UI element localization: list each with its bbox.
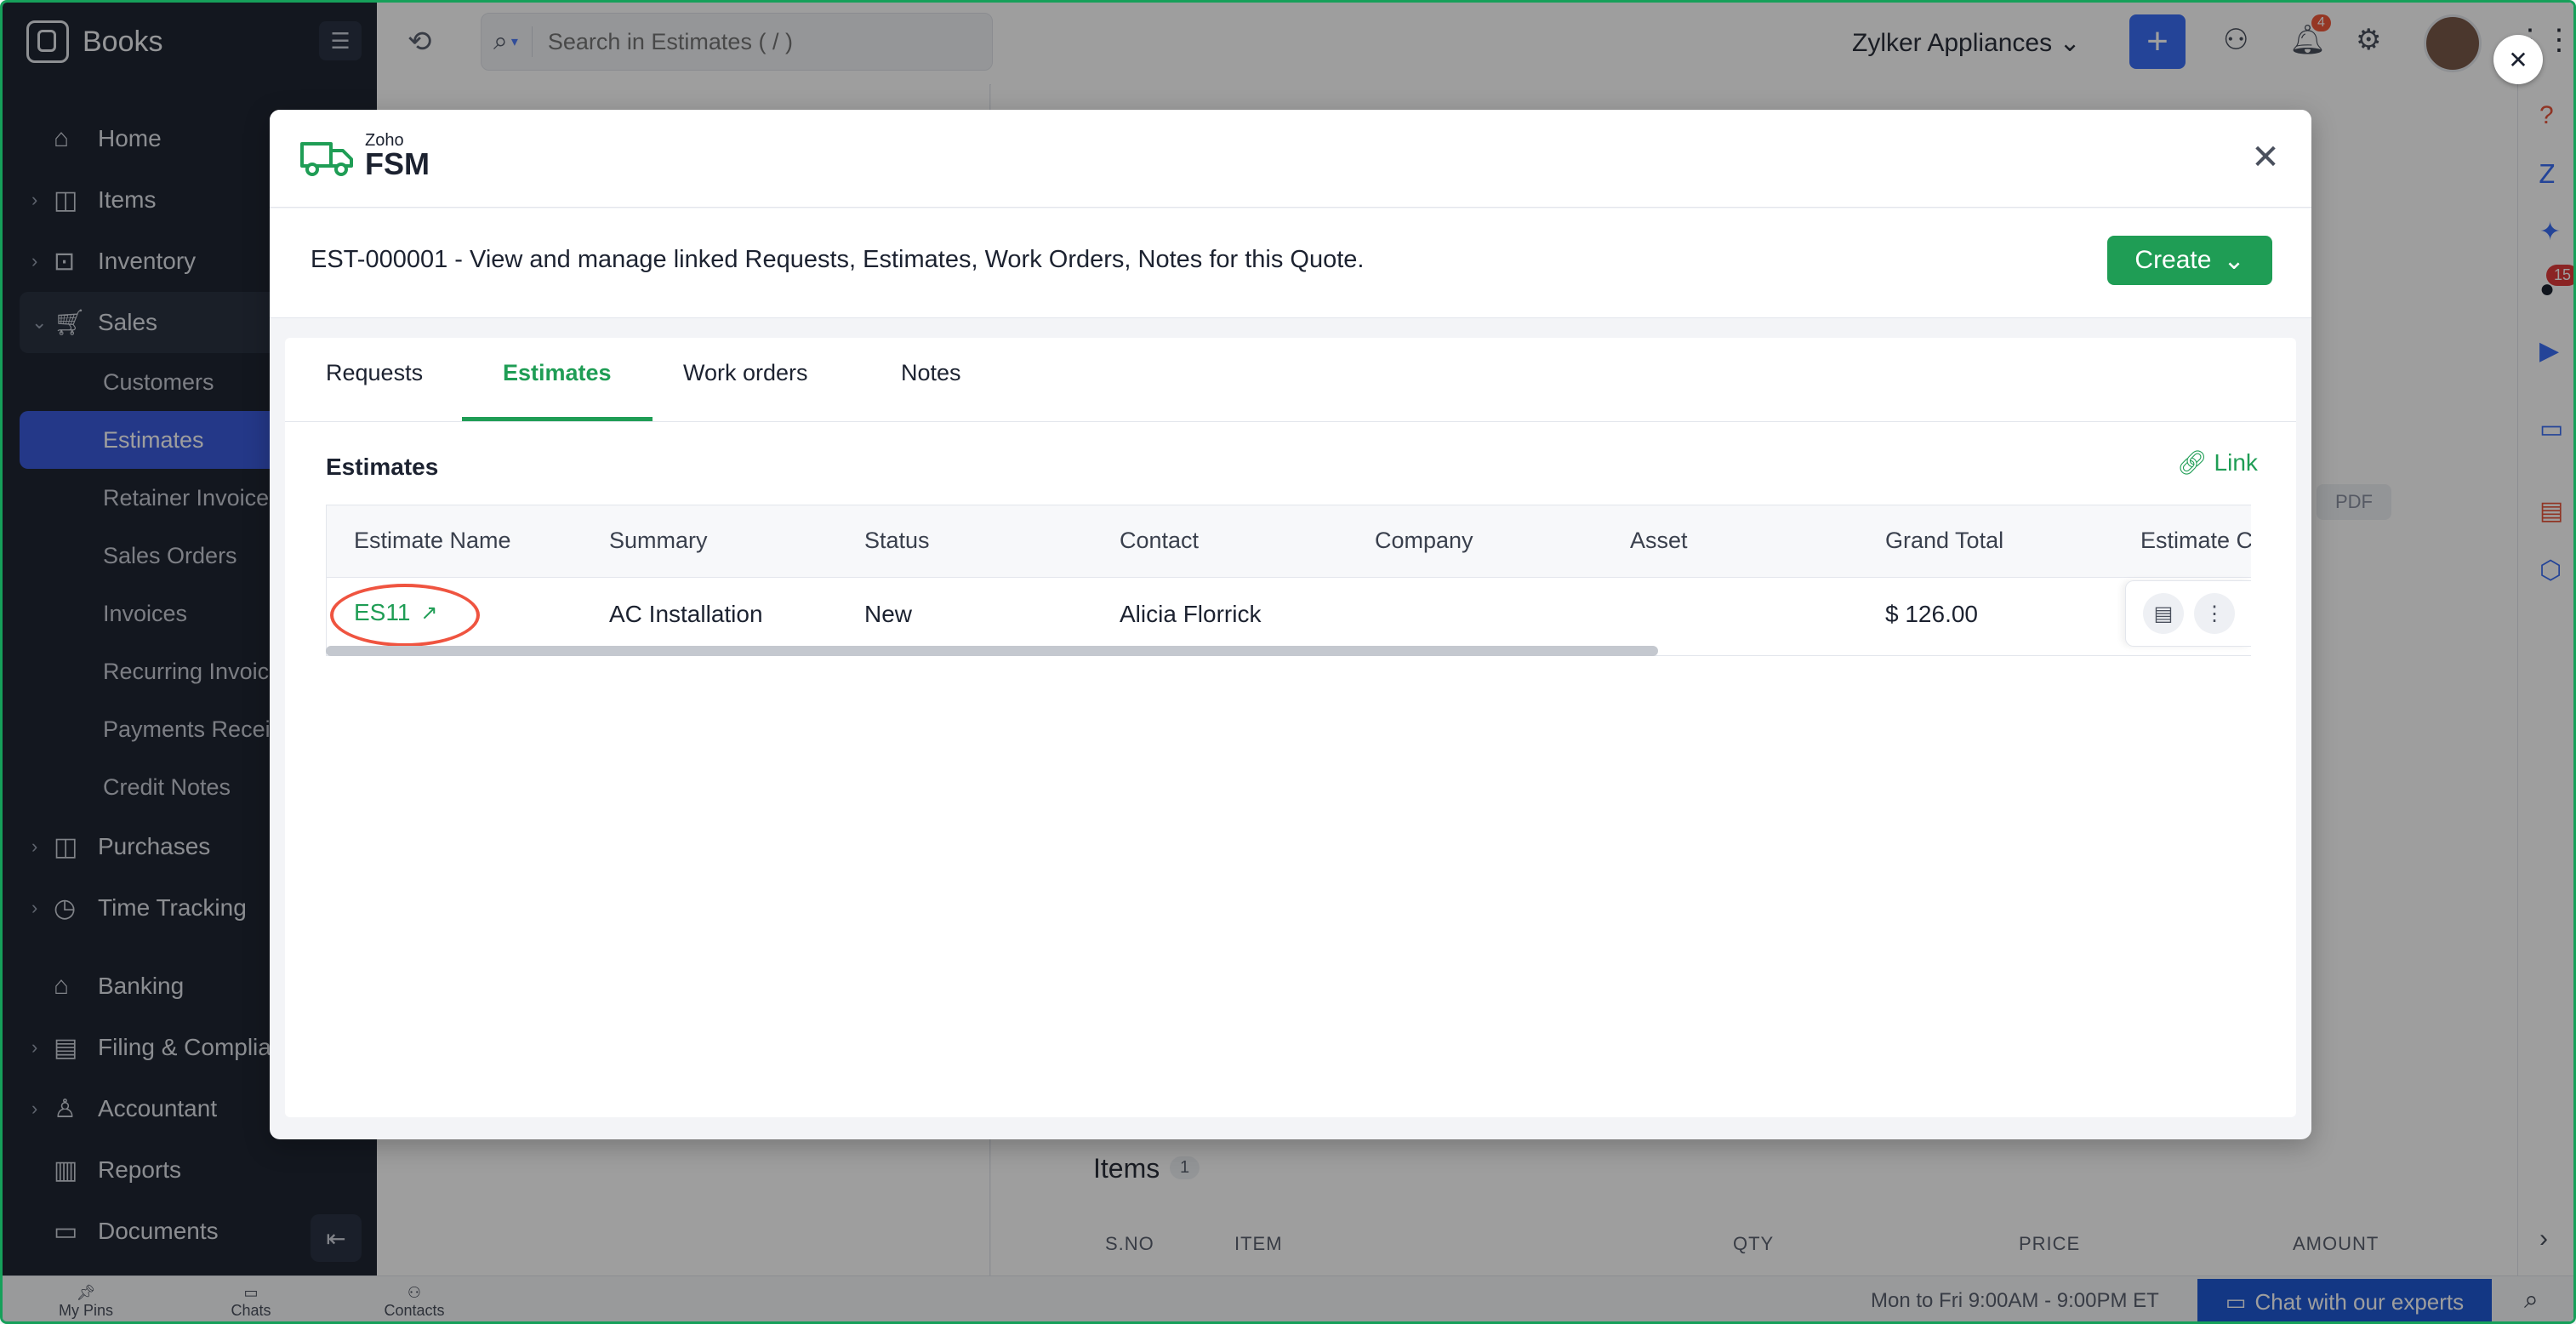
section-title: Estimates [326, 454, 439, 480]
column-header-contact[interactable]: Contact [1120, 528, 1199, 554]
column-header-grand-total[interactable]: Grand Total [1885, 528, 2003, 554]
cell-grand-total: $ 126.00 [1885, 601, 1978, 627]
close-icon: ✕ [2508, 46, 2528, 73]
create-label: Create [2134, 246, 2212, 274]
column-header-estimate-name[interactable]: Estimate Name [354, 528, 511, 554]
chevron-down-icon: ⌄ [2223, 246, 2245, 275]
estimates-table: Estimate Name Summary Status Contact Com… [326, 505, 2251, 656]
tab-estimates[interactable]: Estimates [462, 360, 653, 421]
column-header-status[interactable]: Status [864, 528, 930, 554]
more-actions-button[interactable]: ⋮ [2194, 593, 2235, 634]
column-header-asset[interactable]: Asset [1630, 528, 1688, 554]
app-frame: Books ☰ ⌂ Home › ◫ Items › ⊡ Inventory ⌄ 🛒︎ Sal… [0, 0, 2576, 1324]
tab-bar: Requests Estimates Work orders Notes [285, 338, 2296, 422]
tab-requests[interactable]: Requests [326, 360, 423, 421]
link-label: Link [2214, 448, 2258, 476]
logo-big-text: FSM [365, 146, 430, 181]
table-header: Estimate Name Summary Status Contact Com… [327, 505, 2251, 578]
cell-status: New [864, 601, 913, 627]
link-icon: 🔗︎ [2177, 449, 2208, 476]
modal-close-button[interactable]: ✕ [2243, 135, 2288, 180]
close-icon: ✕ [2251, 139, 2280, 176]
van-icon [300, 142, 353, 176]
modal-description: EST-000001 - View and manage linked Requ… [311, 246, 1365, 273]
cell-contact: Alicia Florrick [1120, 601, 1262, 627]
estimate-name-link[interactable]: ES11 ↗ [354, 599, 438, 626]
link-button[interactable]: 🔗︎ Link [2177, 448, 2258, 477]
tab-notes[interactable]: Notes [901, 360, 961, 421]
table-row[interactable]: ES11 ↗ AC Installation New Alicia Florri… [327, 577, 2251, 648]
more-vertical-icon: ⋮ [2204, 602, 2225, 625]
column-header-estimate-c[interactable]: Estimate C [2140, 528, 2251, 554]
modal-panel: Requests Estimates Work orders Notes Est… [285, 338, 2296, 1117]
zoho-fsm-logo: Zoho FSM [299, 132, 430, 180]
modal-header: Zoho FSM ✕ [270, 110, 2311, 208]
document-icon: ▤ [2153, 602, 2174, 625]
column-header-company[interactable]: Company [1375, 528, 1473, 554]
row-actions: ▤ ⋮ [2125, 580, 2251, 647]
horizontal-scrollbar[interactable] [326, 646, 1658, 656]
cell-summary: AC Installation [609, 601, 763, 627]
tab-work-orders[interactable]: Work orders [683, 360, 808, 421]
view-document-button[interactable]: ▤ [2143, 593, 2184, 634]
column-header-summary[interactable]: Summary [609, 528, 708, 554]
estimate-name: ES11 [354, 599, 411, 625]
modal-description-bar: EST-000001 - View and manage linked Requ… [270, 208, 2311, 318]
fsm-modal: Zoho FSM ✕ EST-000001 - View and manage … [270, 110, 2311, 1139]
external-link-icon: ↗ [420, 601, 438, 625]
page-close-button[interactable]: ✕ [2493, 35, 2543, 84]
create-button[interactable]: Create ⌄ [2107, 236, 2272, 285]
